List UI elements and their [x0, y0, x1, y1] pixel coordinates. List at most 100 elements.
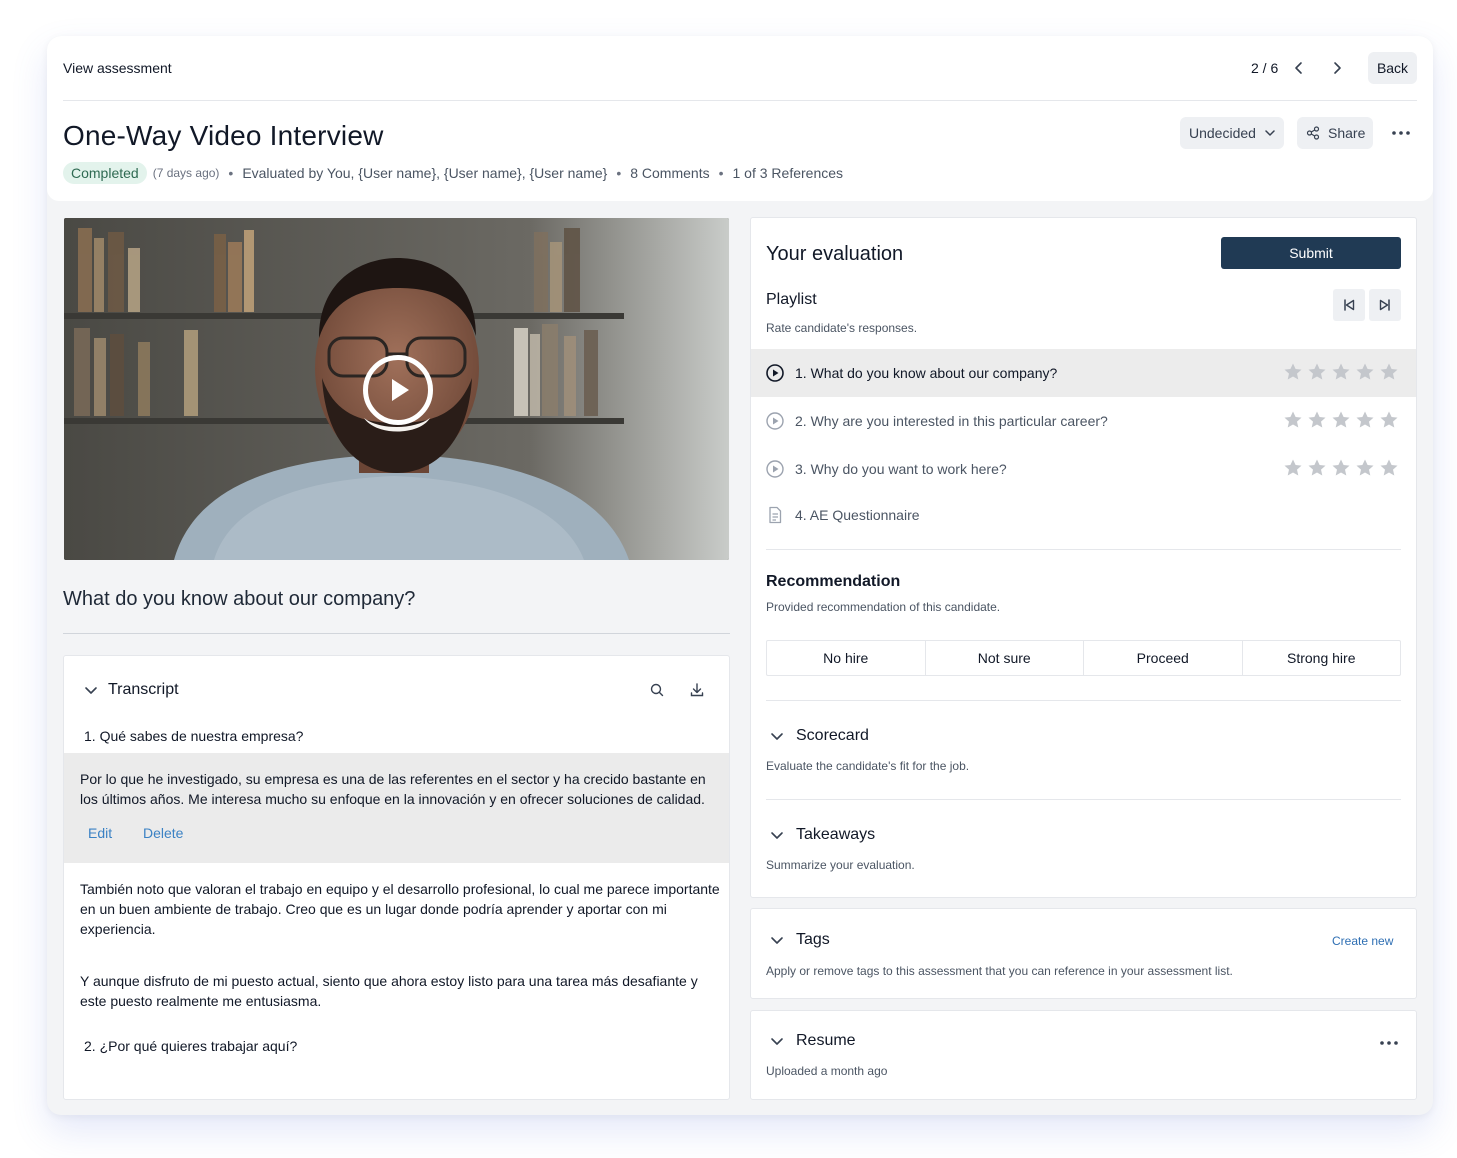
star-icon[interactable] — [1355, 410, 1375, 430]
section-divider — [766, 799, 1401, 800]
playlist-next-button[interactable] — [1369, 289, 1401, 321]
chevron-down-icon — [771, 1038, 783, 1045]
takeaways-title: Takeaways — [796, 826, 876, 843]
play-button[interactable] — [363, 355, 433, 425]
decision-dropdown[interactable]: Undecided — [1180, 117, 1284, 149]
assessment-header: View assessment 2 / 6 Back One-Way Video… — [47, 36, 1433, 201]
play-circle-icon — [766, 364, 784, 382]
playlist-item-label: 1. What do you know about our company? — [795, 365, 1058, 381]
play-circle-icon — [766, 412, 784, 430]
star-rating[interactable] — [1283, 410, 1399, 430]
star-icon[interactable] — [1355, 458, 1375, 478]
back-button[interactable]: Back — [1368, 52, 1417, 84]
transcript-search-button[interactable] — [649, 682, 665, 703]
share-button[interactable]: Share — [1297, 117, 1373, 149]
skip-next-icon — [1379, 299, 1390, 311]
current-question-title: What do you know about our company? — [63, 588, 416, 610]
tags-toggle[interactable]: Tags — [770, 931, 830, 949]
chevron-down-icon — [85, 687, 97, 694]
more-options-button[interactable] — [1387, 121, 1415, 145]
separator-dot: • — [616, 165, 622, 181]
star-icon[interactable] — [1283, 362, 1303, 382]
playlist-previous-button[interactable] — [1333, 289, 1365, 321]
chevron-down-icon — [771, 733, 783, 740]
playlist-item-label: 3. Why do you want to work here? — [795, 461, 1007, 477]
star-icon[interactable] — [1307, 362, 1327, 382]
next-assessment-button[interactable] — [1327, 58, 1347, 78]
star-icon[interactable] — [1379, 458, 1399, 478]
chevron-down-icon — [771, 832, 783, 839]
completed-time: (7 days ago) — [152, 166, 220, 180]
transcript-question-2: 2. ¿Por qué quieres trabajar aquí? — [84, 1038, 298, 1054]
chevron-right-icon — [1334, 62, 1341, 74]
resume-toggle[interactable]: Resume — [770, 1032, 856, 1050]
section-divider — [766, 549, 1401, 550]
scorecard-title: Scorecard — [796, 727, 869, 744]
delete-button[interactable]: Delete — [143, 825, 183, 841]
star-rating[interactable] — [1283, 362, 1399, 382]
scorecard-toggle[interactable]: Scorecard — [770, 727, 869, 745]
star-icon[interactable] — [1331, 458, 1351, 478]
transcript-toggle[interactable]: Transcript — [84, 681, 179, 699]
tags-subtitle: Apply or remove tags to this assessment … — [766, 964, 1233, 978]
chevron-down-icon — [1265, 130, 1275, 136]
submit-button[interactable]: Submit — [1221, 237, 1401, 269]
playlist-item-label: 4. AE Questionnaire — [795, 507, 920, 523]
scorecard-subtitle: Evaluate the candidate's fit for the job… — [766, 759, 970, 773]
question-divider — [63, 633, 730, 634]
section-divider — [766, 700, 1401, 701]
playlist-item[interactable]: 4. AE Questionnaire — [751, 491, 1416, 539]
more-horizontal-icon — [1380, 1041, 1398, 1045]
chevron-down-icon — [771, 937, 783, 944]
star-icon[interactable] — [1379, 410, 1399, 430]
evaluated-by: Evaluated by You, {User name}, {User nam… — [242, 165, 608, 181]
transcript-highlight-block[interactable]: Por lo que he investigado, su empresa es… — [64, 753, 729, 863]
recommendation-options: No hire Not sure Proceed Strong hire — [766, 640, 1401, 676]
recommendation-subtitle: Provided recommendation of this candidat… — [766, 600, 1001, 614]
playlist-item[interactable]: 3. Why do you want to work here? — [751, 445, 1416, 493]
star-icon[interactable] — [1283, 410, 1303, 430]
playlist-subtitle: Rate candidate's responses. — [766, 321, 918, 335]
document-icon — [769, 506, 782, 524]
recommendation-not-sure[interactable]: Not sure — [926, 641, 1084, 675]
transcript-title: Transcript — [108, 681, 179, 698]
playlist-item[interactable]: 2. Why are you interested in this partic… — [751, 397, 1416, 445]
transcript-question-1: 1. Qué sabes de nuestra empresa? — [84, 728, 304, 744]
evaluation-title: Your evaluation — [766, 243, 904, 265]
recommendation-strong-hire[interactable]: Strong hire — [1243, 641, 1401, 675]
edit-button[interactable]: Edit — [88, 825, 112, 841]
assessment-meta: Completed (7 days ago) • Evaluated by Yo… — [63, 162, 843, 184]
star-icon[interactable] — [1307, 458, 1327, 478]
resume-panel: Resume Uploaded a month ago — [750, 1010, 1417, 1100]
star-icon[interactable] — [1379, 362, 1399, 382]
star-icon[interactable] — [1355, 362, 1375, 382]
transcript-panel: Transcript 1. Qué sabes de nuestra empre… — [63, 655, 730, 1100]
tags-panel: Tags Create new Apply or remove tags to … — [750, 908, 1417, 999]
star-icon[interactable] — [1331, 410, 1351, 430]
comments-link[interactable]: 8 Comments — [630, 165, 709, 181]
takeaways-toggle[interactable]: Takeaways — [770, 826, 875, 844]
star-icon[interactable] — [1283, 458, 1303, 478]
more-horizontal-icon — [1392, 131, 1410, 135]
chevron-left-icon — [1295, 62, 1302, 74]
prev-assessment-button[interactable] — [1289, 58, 1309, 78]
star-rating[interactable] — [1283, 458, 1399, 478]
playlist-item[interactable]: 1. What do you know about our company? — [751, 349, 1416, 397]
resume-subtitle: Uploaded a month ago — [766, 1064, 888, 1078]
transcript-download-button[interactable] — [689, 682, 705, 703]
takeaways-subtitle: Summarize your evaluation. — [766, 858, 915, 872]
create-new-tag-link[interactable]: Create new — [1332, 934, 1393, 948]
playlist-title: Playlist — [766, 291, 817, 308]
tags-title: Tags — [796, 931, 830, 948]
recommendation-no-hire[interactable]: No hire — [767, 641, 926, 675]
pager-count: 2 / 6 — [1251, 60, 1279, 76]
star-icon[interactable] — [1331, 362, 1351, 382]
transcript-highlight-text: Por lo que he investigado, su empresa es… — [80, 771, 706, 807]
recommendation-title: Recommendation — [766, 573, 901, 590]
video-player[interactable] — [64, 218, 729, 560]
recommendation-proceed[interactable]: Proceed — [1084, 641, 1243, 675]
star-icon[interactable] — [1307, 410, 1327, 430]
resume-more-button[interactable] — [1376, 1033, 1402, 1053]
references-link[interactable]: 1 of 3 References — [733, 165, 844, 181]
play-circle-icon — [766, 460, 784, 478]
